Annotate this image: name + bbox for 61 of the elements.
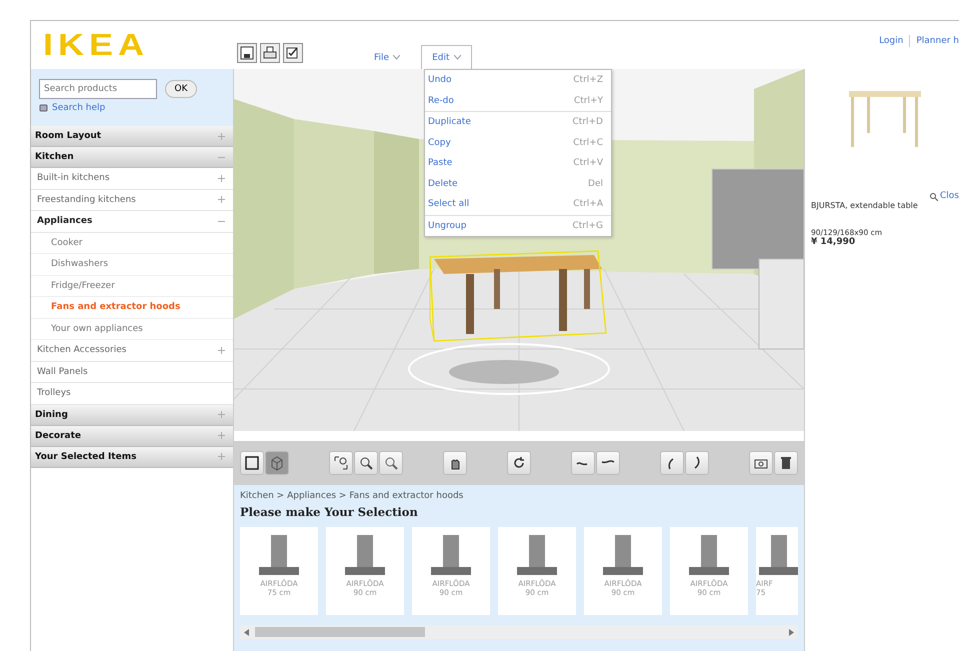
ok-button[interactable]: OK [165, 80, 197, 98]
tilt-up-icon[interactable] [660, 451, 684, 475]
checklist-icon[interactable] [283, 43, 303, 63]
menu-item[interactable]: Ungroup Ctrl+G [425, 214, 611, 236]
breadcrumb: Kitchen > Appliances > Fans and extractor hoods [240, 491, 464, 501]
category-item[interactable]: Kitchen Accessories [31, 340, 218, 360]
subcategory-item[interactable]: Dishwashers [31, 254, 233, 276]
logo: IKEA [43, 30, 150, 60]
category-header[interactable]: Room Layout [31, 126, 233, 147]
square-icon [244, 455, 260, 471]
menu-item[interactable]: Re-do Ctrl+Y [425, 90, 611, 111]
caret-icon [393, 55, 400, 60]
zoom-in-icon[interactable] [354, 451, 378, 475]
print-icon[interactable] [260, 43, 280, 63]
close-link[interactable]: Clos [940, 191, 959, 201]
menu-tab[interactable]: Edit [421, 45, 472, 69]
rotate-icon[interactable] [507, 451, 531, 475]
save-icon[interactable] [237, 43, 257, 63]
menu-item[interactable]: Copy Ctrl+C [425, 132, 611, 153]
category-header[interactable]: Kitchen [31, 147, 233, 168]
search-field[interactable]: Search products [39, 79, 157, 99]
rotate-right-icon[interactable] [596, 451, 620, 475]
subcategory-item[interactable]: Your own appliances [31, 318, 233, 340]
category-item[interactable]: Trolleys [31, 383, 225, 404]
tilt-down-icon[interactable] [685, 451, 709, 475]
category-item[interactable]: Freestanding kitchens [31, 190, 218, 210]
selection-title: Please make Your Selection [240, 505, 419, 519]
search-help-link[interactable]: Search help [52, 103, 106, 113]
menu-item[interactable]: Delete Del [425, 174, 611, 194]
3d-view-button[interactable] [265, 451, 289, 475]
zoom-out-icon[interactable] [379, 451, 403, 475]
category-header[interactable]: Dining [31, 404, 233, 426]
header-link[interactable]: Planner h [916, 36, 959, 46]
category-item[interactable]: Appliances [31, 211, 218, 232]
rotate-left-icon[interactable] [571, 451, 595, 475]
header-link[interactable]: Login [879, 36, 904, 46]
cube-icon [269, 455, 285, 471]
trash-icon[interactable] [774, 451, 798, 475]
product-name: BJURSTA, extendable table [811, 201, 919, 210]
menu-item[interactable]: Select all Ctrl+A [425, 194, 611, 214]
subcategory-item[interactable]: Cooker [31, 232, 233, 254]
fit-view-icon[interactable] [329, 451, 353, 475]
product-price: ¥ 14,990 [811, 237, 856, 247]
category-item[interactable]: Wall Panels [31, 362, 225, 382]
help-icon [39, 104, 48, 112]
subcategory-item[interactable]: Fans and extractor hoods [31, 297, 233, 318]
category-item[interactable]: Built-in kitchens [31, 168, 218, 188]
subcategory-item[interactable]: Fridge/Freezer [31, 276, 233, 297]
horizontal-scrollbar[interactable] [240, 625, 798, 639]
camera-icon[interactable] [749, 451, 773, 475]
caret-icon [454, 55, 460, 60]
menu-item[interactable]: Duplicate Ctrl+D [425, 111, 611, 132]
menu-item[interactable]: Undo Ctrl+Z [425, 70, 611, 90]
left-arrow-icon [244, 628, 249, 636]
2d-view-button[interactable] [240, 451, 264, 475]
magnifier-icon [929, 192, 938, 200]
category-header[interactable]: Your Selected Items [31, 446, 233, 468]
menu-tab[interactable]: File [363, 45, 412, 69]
menu-item[interactable]: Paste Ctrl+V [425, 153, 611, 174]
category-header[interactable]: Decorate [31, 426, 233, 446]
right-arrow-icon [789, 628, 794, 636]
